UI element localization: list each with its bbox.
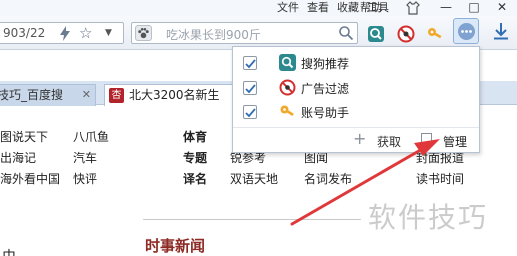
watermark-text: 软件技巧 (368, 201, 489, 234)
